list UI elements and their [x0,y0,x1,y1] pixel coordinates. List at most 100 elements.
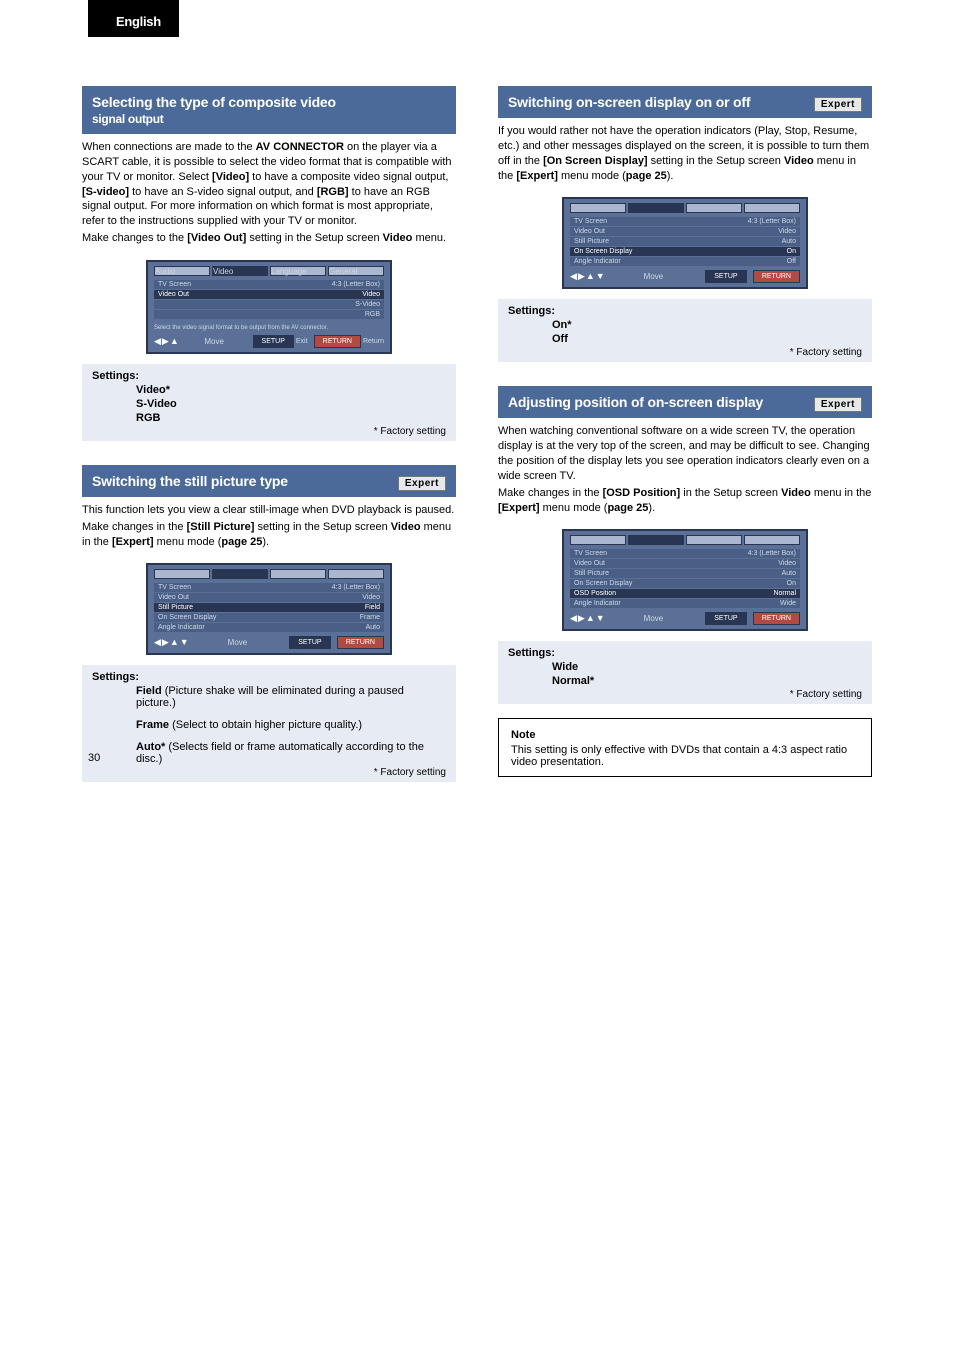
section-header: Adjusting position of on-screen display … [498,386,872,418]
section-body: When connections are made to the AV CONN… [82,134,456,250]
t: Video [784,155,814,167]
t: to have an S-video signal output, and [129,186,317,198]
t: Video [383,232,413,244]
t: When watching conventional software on a… [498,424,872,483]
t: page 25 [626,170,667,182]
setting-desc: (Selects field or frame automatically ac… [136,741,424,765]
settings-label: Settings: [92,671,446,683]
setup-button: SETUP [253,335,294,348]
menu-tab [328,569,384,579]
menu-row: On Screen DisplayFrame [154,613,384,622]
t: setting in the Setup screen [648,155,784,167]
arrow-icons: ◀▶▲▼ [570,271,606,282]
factory-note: * Factory setting [508,689,862,700]
t: Make changes in the [498,487,603,499]
menu-screenshot: TV Screen4:3 (Letter Box) Video OutVideo… [562,529,808,631]
t: ). [667,170,674,182]
menu-tab [686,203,742,213]
note-body: This setting is only effective with DVDs… [511,744,859,768]
t: setting in the Setup screen [254,521,390,533]
setup-button: SETUP [289,636,330,649]
t: menu mode ( [154,536,222,548]
setting-option: Video* [136,384,170,396]
section-body: When watching conventional software on a… [498,418,872,519]
settings-label: Settings: [508,305,862,317]
expert-badge: Expert [814,397,862,412]
t: [On Screen Display] [543,155,648,167]
menu-row: Angle IndicatorOff [570,257,800,266]
menu-tab: Audio [154,266,210,276]
factory-note: * Factory setting [92,426,446,437]
setting-option: RGB [136,412,160,424]
section-header: Switching on-screen display on or off Ex… [498,86,872,118]
move-label: Move [204,337,224,346]
t: Video [391,521,421,533]
menu-tab [570,535,626,545]
expert-badge: Expert [398,476,446,491]
section-osd-position: Adjusting position of on-screen display … [498,386,872,777]
menu-tab [570,203,626,213]
t: menu. [412,232,446,244]
arrow-icons: ◀▶▲▼ [570,613,606,624]
menu-row: TV Screen4:3 (Letter Box) [570,217,800,226]
menu-screenshot: TV Screen4:3 (Letter Box) Video OutVideo… [146,563,392,655]
menu-tab [212,569,268,579]
t: menu mode ( [558,170,626,182]
t: [Video Out] [187,232,246,244]
t: [OSD Position] [603,487,681,499]
menu-tab [744,535,800,545]
t: [Expert] [516,170,558,182]
section-still-picture: Switching the still picture type Expert … [82,465,456,783]
menu-row: Angle IndicatorAuto [154,623,384,632]
menu-row: Video OutVideo [570,559,800,568]
factory-note: * Factory setting [508,347,862,358]
t: When connections are made to the [82,141,256,153]
menu-row: Angle IndicatorWide [570,599,800,608]
settings-label: Settings: [508,647,862,659]
section-subtitle: signal output [92,112,446,126]
page-content: Selecting the type of composite video si… [0,0,954,782]
settings-block: Settings: Video* S-Video RGB * Factory s… [82,364,456,441]
t: [Still Picture] [187,521,255,533]
expert-badge: Expert [814,97,862,112]
t: AV CONNECTOR [256,141,344,153]
menu-tab [270,569,326,579]
section-title: Switching on-screen display on or off [508,94,862,110]
return-button: RETURN [753,270,800,283]
exit-label: Exit [296,338,308,345]
left-column: Selecting the type of composite video si… [82,86,456,782]
t: ). [262,536,269,548]
menu-screenshot: Audio Video Language General TV Screen4:… [146,260,392,354]
t: Video [781,487,811,499]
setting-option: Normal* [552,675,594,687]
menu-row: On Screen DisplayOn [570,579,800,588]
menu-hint: Select the video signal format to be out… [154,325,384,331]
setting-option: Wide [552,661,578,673]
setting-desc: (Picture shake will be eliminated during… [136,685,404,709]
settings-block: Settings: On* Off * Factory setting [498,299,872,362]
menu-row: OSD PositionNormal [570,589,800,598]
menu-row: Video OutVideo [570,227,800,236]
menu-tab: General [328,266,384,276]
settings-label: Settings: [92,370,446,382]
menu-tab [154,569,210,579]
menu-row: TV Screen4:3 (Letter Box) [154,280,384,289]
t: Make changes to the [82,232,187,244]
note-box: Note This setting is only effective with… [498,718,872,777]
menu-row: RGB [154,310,384,319]
t: [S-video] [82,186,129,198]
menu-tab: Video [212,266,268,276]
arrow-icons: ◀▶▲ [154,336,180,347]
setting-option: Auto* [136,741,165,753]
factory-note: * Factory setting [92,767,446,778]
section-title: Selecting the type of composite video [92,94,446,110]
t: page 25 [607,502,648,514]
page-number: 30 [88,752,100,764]
menu-tab [686,535,742,545]
menu-row: Video OutVideo [154,290,384,299]
t: ). [648,502,655,514]
setting-option: Frame [136,719,169,731]
t: This function lets you view a clear stil… [82,503,456,518]
menu-row: TV Screen4:3 (Letter Box) [570,549,800,558]
move-label: Move [644,614,664,623]
